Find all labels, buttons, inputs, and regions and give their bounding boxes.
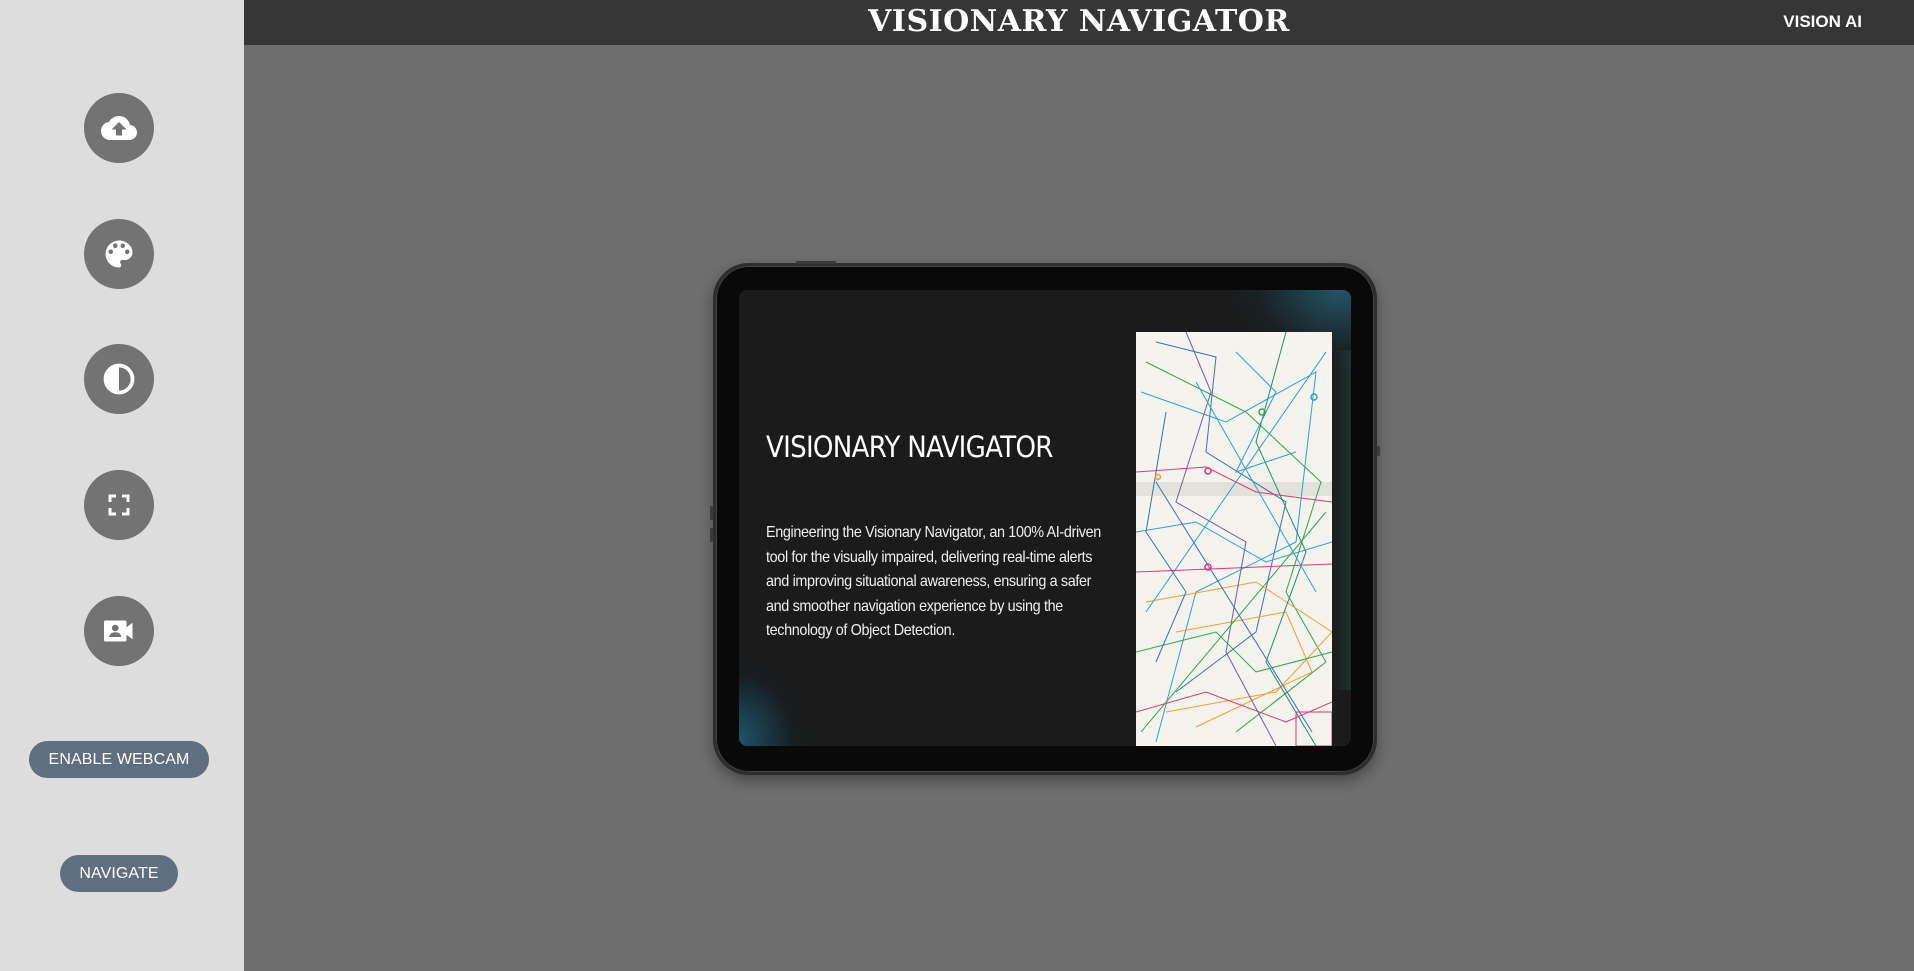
brand-label: VISION AI [1783, 12, 1862, 31]
slide-image [1136, 332, 1332, 746]
slide-screen: VISIONARY NAVIGATOR Engineering the Visi… [739, 290, 1351, 746]
upload-button[interactable] [84, 93, 154, 163]
palette-icon [105, 240, 133, 268]
navigate-button[interactable]: NAVIGATE [60, 855, 178, 892]
contrast-icon [103, 363, 135, 395]
tablet-top-button [796, 261, 836, 264]
camera-button[interactable] [84, 596, 154, 666]
tablet-side-button [710, 528, 713, 542]
tablet-side-button [710, 506, 713, 520]
page-title: VISIONARY NAVIGATOR [868, 4, 1290, 39]
theme-button[interactable] [84, 219, 154, 289]
fullscreen-icon [108, 494, 130, 516]
tablet-side-button [1377, 446, 1380, 456]
video-camera-icon [104, 620, 133, 642]
tablet-frame: VISIONARY NAVIGATOR Engineering the Visi… [710, 261, 1380, 775]
top-bar: VISIONARY NAVIGATOR VISION AI [244, 0, 1914, 45]
sidebar: ENABLE WEBCAM NAVIGATE [0, 0, 244, 971]
screen-glow [1331, 350, 1351, 690]
contrast-button[interactable] [84, 344, 154, 414]
slide-title: VISIONARY NAVIGATOR [766, 430, 1053, 464]
slide-description: Engineering the Visionary Navigator, an … [766, 524, 1101, 639]
line-drawing-illustration [1136, 332, 1332, 746]
enable-webcam-button[interactable]: ENABLE WEBCAM [29, 741, 209, 778]
fullscreen-button[interactable] [84, 470, 154, 540]
screen-glow [739, 656, 809, 746]
cloud-upload-icon [101, 116, 137, 140]
